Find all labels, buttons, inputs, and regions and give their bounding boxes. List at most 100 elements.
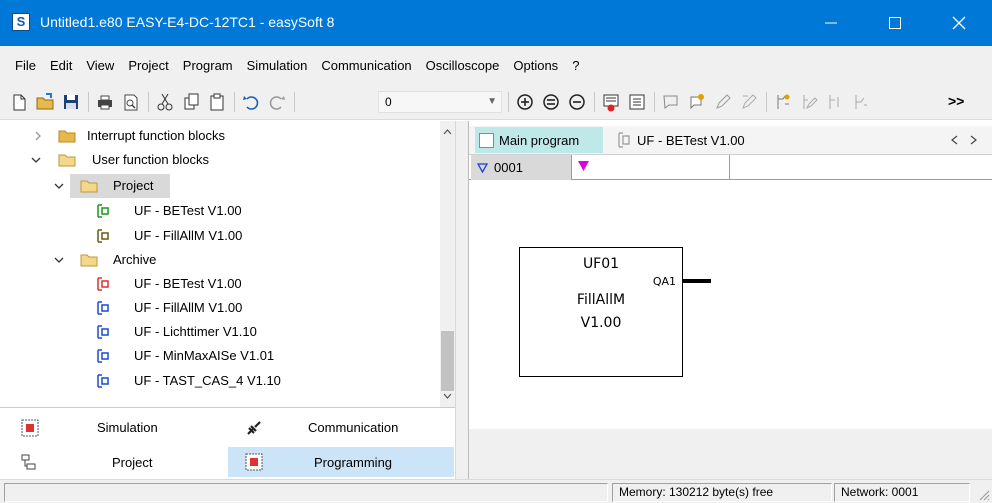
function-block-uf01[interactable]: UF01 QA1 FillAllM V1.00 — [519, 247, 683, 377]
network-marker-cell[interactable] — [571, 155, 729, 180]
comment-icon — [663, 95, 678, 109]
tab-main-program[interactable]: Main program — [475, 127, 603, 153]
window-title: Untitled1.e80 EASY-E4-DC-12TC1 - easySof… — [40, 14, 335, 30]
tree-item-label: UF - FillAllM V1.00 — [134, 228, 243, 243]
undo-icon — [243, 96, 259, 110]
program-editor: Main program UF - BETest V1.00 0001 UF01… — [469, 121, 992, 479]
pane-splitter[interactable] — [455, 121, 469, 479]
tree-item-archive[interactable]: Archive — [0, 248, 440, 272]
network-number-cell[interactable]: 0001 — [471, 155, 571, 180]
tree-item-uf-minmaxaise[interactable]: UF - MinMaxAISe V1.01 — [0, 344, 440, 368]
chevron-right-icon[interactable] — [31, 129, 45, 143]
menu-edit[interactable]: Edit — [43, 58, 79, 73]
scrollbar-thumb[interactable] — [441, 331, 454, 391]
tree-item-label: UF - TAST_CAS_4 V1.10 — [134, 373, 281, 388]
menu-view[interactable]: View — [79, 58, 121, 73]
tree-item-uf-fillallm-archive[interactable]: UF - FillAllM V1.00 — [0, 296, 440, 320]
menu-simulation[interactable]: Simulation — [240, 58, 315, 73]
menu-project[interactable]: Project — [121, 58, 175, 73]
network-delete-icon — [603, 94, 619, 112]
tool-edit-icon — [803, 95, 818, 110]
resize-grip-icon[interactable] — [978, 489, 990, 501]
block-output-label: QA1 — [652, 275, 676, 288]
zoom-combo-value: 0 — [385, 95, 392, 109]
tree-item-label: Interrupt function blocks — [87, 128, 226, 143]
toolbar: 0 ▼ >> — [0, 84, 992, 120]
chevron-down-icon[interactable] — [52, 179, 66, 193]
copy-icon — [184, 93, 199, 110]
tool-button-3[interactable] — [824, 91, 846, 113]
undo-button[interactable] — [240, 91, 262, 113]
cut-button[interactable] — [154, 91, 176, 113]
chevron-down-icon[interactable] — [52, 253, 66, 267]
zoom-in-button[interactable] — [514, 91, 536, 113]
new-button[interactable] — [8, 91, 30, 113]
tool-button-4[interactable] — [850, 91, 872, 113]
more-tools-button[interactable]: >> — [948, 93, 964, 109]
tab-uf-betest[interactable]: UF - BETest V1.00 — [609, 127, 799, 153]
tree-item-user-fbs[interactable]: User function blocks — [0, 148, 440, 172]
tree-item-uf-lichttimer[interactable]: UF - Lichttimer V1.10 — [0, 320, 440, 344]
tree-item-project[interactable]: Project — [0, 174, 440, 198]
insert-branch-button[interactable] — [738, 91, 760, 113]
save-button[interactable] — [60, 91, 82, 113]
insert-contact-button[interactable] — [686, 91, 708, 113]
nav-communication[interactable]: Communication — [228, 413, 454, 443]
print-preview-button[interactable] — [120, 91, 142, 113]
tree-item-uf-fillallm-project[interactable]: UF - FillAllM V1.00 — [0, 224, 440, 248]
chevron-down-icon[interactable] — [29, 153, 43, 167]
paste-button[interactable] — [206, 91, 228, 113]
print-icon — [98, 95, 112, 110]
maximize-button[interactable] — [872, 0, 918, 46]
uf-red-icon — [96, 277, 110, 291]
network-comment-cell[interactable] — [729, 155, 992, 180]
tree-item-label: UF - BETest V1.00 — [134, 276, 242, 291]
insert-coil-button[interactable] — [712, 91, 734, 113]
menu-help[interactable]: ? — [565, 58, 586, 73]
menu-program[interactable]: Program — [176, 58, 240, 73]
editor-tab-bar: Main program UF - BETest V1.00 — [469, 126, 992, 154]
tree-item-interrupt-fbs[interactable]: Interrupt function blocks — [0, 124, 440, 148]
zoom-reset-button[interactable] — [540, 91, 562, 113]
nav-project[interactable]: Project — [0, 447, 228, 477]
network-collapse-icon[interactable] — [477, 162, 488, 173]
nav-simulation[interactable]: Simulation — [0, 413, 228, 443]
list-button[interactable] — [626, 91, 648, 113]
tab-label: Main program — [499, 132, 580, 148]
tool-button-2[interactable] — [798, 91, 820, 113]
tool-button-1[interactable] — [772, 91, 794, 113]
scroll-up-icon[interactable] — [443, 129, 452, 135]
minimize-icon — [825, 22, 837, 24]
tab-scroll-right-icon[interactable] — [970, 135, 978, 145]
menu-options[interactable]: Options — [506, 58, 565, 73]
close-button[interactable] — [936, 0, 982, 46]
menu-oscilloscope[interactable]: Oscilloscope — [419, 58, 507, 73]
delete-network-button[interactable] — [600, 91, 622, 113]
tool-branch-icon — [855, 95, 867, 109]
open-button[interactable] — [34, 91, 56, 113]
status-message — [4, 483, 608, 502]
print-button[interactable] — [94, 91, 116, 113]
network-number: 0001 — [494, 160, 523, 175]
copy-button[interactable] — [180, 91, 202, 113]
menu-file[interactable]: File — [8, 58, 43, 73]
tree-scrollbar[interactable] — [440, 121, 455, 407]
cut-icon — [157, 93, 173, 111]
tree-item-uf-tast-cas[interactable]: UF - TAST_CAS_4 V1.10 — [0, 369, 440, 393]
uf-green-icon — [96, 204, 110, 218]
nav-programming[interactable]: Programming — [228, 447, 454, 477]
zoom-out-button[interactable] — [566, 91, 588, 113]
tab-scroll-left-icon[interactable] — [950, 135, 958, 145]
folder-open-icon — [80, 253, 98, 267]
zoom-combo[interactable]: 0 ▼ — [378, 91, 502, 113]
redo-button[interactable] — [266, 91, 288, 113]
network-header[interactable]: 0001 — [469, 154, 992, 180]
minimize-button[interactable] — [808, 0, 854, 46]
comment-button[interactable] — [660, 91, 682, 113]
block-version: V1.00 — [580, 315, 622, 331]
tree-item-uf-betest-archive[interactable]: UF - BETest V1.00 — [0, 272, 440, 296]
redo-icon — [269, 96, 285, 110]
menu-communication[interactable]: Communication — [314, 58, 418, 73]
scroll-down-icon[interactable] — [443, 393, 452, 399]
tree-item-uf-betest-project[interactable]: UF - BETest V1.00 — [0, 199, 440, 223]
